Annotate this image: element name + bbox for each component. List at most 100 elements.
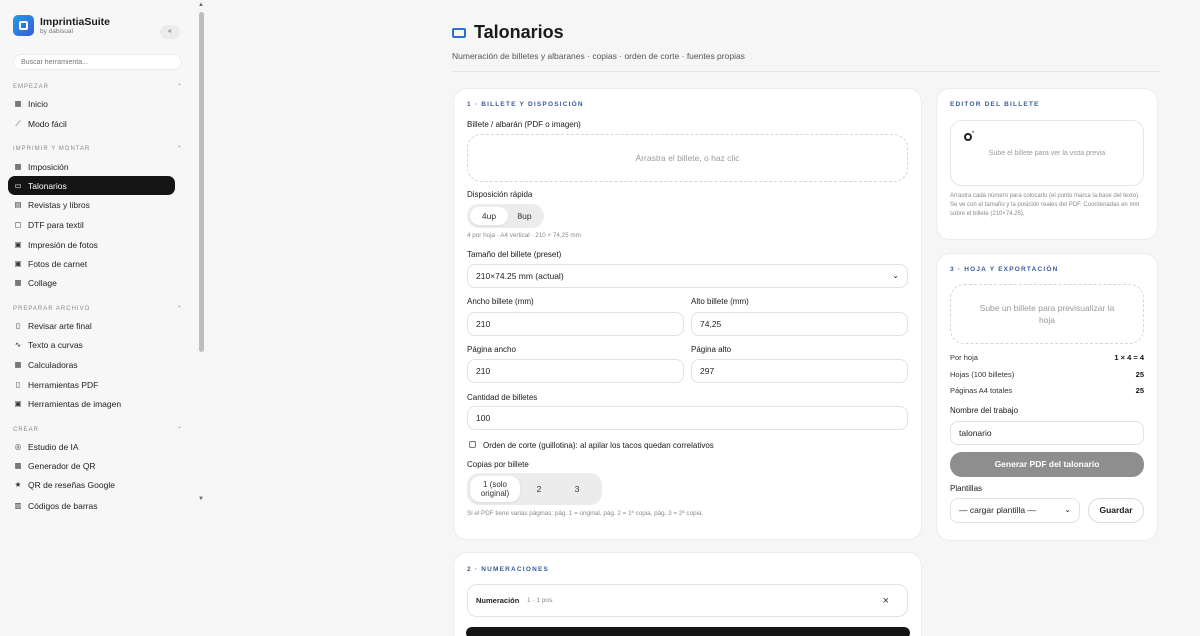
barcode-icon: ▥ (14, 500, 22, 510)
radio-marker[interactable] (964, 133, 972, 141)
layout-hint: 4 por hoja · A4 vertical · 210 × 74,25 m… (467, 232, 581, 239)
page-height-label: Página alto (691, 345, 732, 354)
calculator-icon: ▦ (14, 359, 22, 369)
ticket-icon (452, 27, 466, 38)
section-preparar[interactable]: PREPARAR ARCHIVO ⌃ (13, 306, 183, 312)
marker-label: º (972, 131, 975, 137)
editor-hint: Arrastra cada número para colocarlo (el … (950, 193, 1140, 217)
sidebar-item-imposicion[interactable]: ▦ Imposición (8, 157, 175, 176)
collage-icon: ▦ (14, 277, 22, 287)
sidebar-item-fotos-carnet[interactable]: ▣ Fotos de carnet (8, 254, 175, 273)
sidebar-item-generador-qr[interactable]: ▦ Generador de QR (8, 456, 175, 475)
chevron-up-icon: ⌃ (176, 84, 183, 90)
copies-label: Copias por billete (467, 460, 529, 469)
brand[interactable]: ImprintiaSuite by dabisual (13, 15, 110, 36)
app: ImprintiaSuite by dabisual « EMPEZAR⌃ ▦I… (0, 0, 1200, 636)
section-empezar[interactable]: EMPEZAR ⌃ (13, 84, 183, 90)
section-heading: EDITOR DEL BILLETE (950, 101, 1040, 108)
layout-option-8up[interactable]: 8up (508, 207, 541, 225)
sidebar-item-calculadoras[interactable]: ▦ Calculadoras (8, 355, 175, 374)
save-template-button[interactable]: Guardar (1088, 498, 1144, 523)
sidebar-item-dtf[interactable]: ▢ DTF para textil (8, 215, 175, 234)
ticket-icon: ▭ (14, 180, 22, 190)
scroll-up-icon[interactable]: ▲ (198, 2, 204, 8)
chevron-down-icon: ⌄ (892, 271, 899, 280)
chevron-up-icon: ⌃ (176, 427, 183, 433)
templates-label: Plantillas (950, 484, 983, 493)
sidebar-item-inicio[interactable]: ▦ Inicio (8, 94, 175, 113)
sidebar-item-qr-resenas[interactable]: ★ QR de reseñas Google (8, 475, 175, 494)
brand-name: ImprintiaSuite (40, 15, 111, 28)
sidebar-item-codigos-barras[interactable]: ▥ Códigos de barras (8, 496, 175, 515)
section-imprimir[interactable]: IMPRIMIR Y MONTAR ⌃ (13, 146, 183, 152)
divider (452, 71, 1160, 72)
job-name-field[interactable]: talonario (950, 421, 1144, 445)
cut-order-checkbox[interactable] (469, 441, 476, 448)
page-title: Talonarios (474, 22, 564, 42)
brand-sub: by dabisual (40, 27, 73, 35)
numeracion-row[interactable]: Numeración 1 · 1 pos. × (467, 584, 908, 617)
preset-label: Tamaño del billete (preset) (467, 250, 562, 259)
layout-toggle: 4up 8up (467, 204, 544, 228)
chevron-down-icon: ⌄ (1064, 505, 1071, 514)
pdf-icon: ▯ (15, 379, 21, 389)
wand-icon: ⟋ (15, 118, 21, 128)
page-width-field[interactable]: 210 (467, 359, 684, 383)
qty-field[interactable]: 100 (467, 406, 908, 430)
preset-select[interactable]: 210×74.25 mm (actual) ⌄ (467, 264, 908, 288)
stat-per-sheet: Por hoja 1 × 4 = 4 (950, 353, 1144, 362)
sidebar-item-estudio-ia[interactable]: ◎ Estudio de IA (8, 437, 175, 456)
collapse-sidebar-button[interactable]: « (160, 25, 180, 39)
copies-toggle: 1 (solo original) 2 3 (467, 473, 602, 505)
billete-dropzone[interactable]: Arrastra el billete, o haz clic (467, 134, 908, 182)
section-heading: 3 · HOJA Y EXPORTACIÓN (950, 266, 1059, 273)
copies-hint: Si el PDF tiene varias páginas: pág. 1 =… (467, 510, 704, 517)
page-height-field[interactable]: 297 (691, 359, 908, 383)
copies-option-1[interactable]: 1 (solo original) (470, 476, 520, 502)
sidebar-item-texto-curvas[interactable]: ∿ Texto a curvas (8, 335, 175, 354)
copies-option-3[interactable]: 3 (558, 476, 596, 502)
layout-option-4up[interactable]: 4up (470, 207, 508, 225)
ai-icon: ◎ (14, 441, 22, 451)
numeracion-label: Numeración (476, 596, 520, 605)
sidebar-item-modo-facil[interactable]: ⟋ Modo fácil (8, 114, 175, 133)
star-icon: ★ (14, 479, 22, 489)
close-icon[interactable]: × (883, 595, 889, 607)
sidebar-item-herramientas-pdf[interactable]: ▯ Herramientas PDF (8, 375, 175, 394)
sidebar-item-impresion-fotos[interactable]: ▣ Impresión de fotos (8, 235, 175, 254)
sidebar-item-talonarios[interactable]: ▭ Talonarios (8, 176, 175, 195)
sheet-preview[interactable]: Sube un billete para previsualizar la ho… (950, 284, 1144, 344)
copies-option-2[interactable]: 2 (520, 476, 558, 502)
stat-sheets: Hojas (100 billetes) 25 (950, 370, 1144, 379)
sidebar-item-herramientas-imagen[interactable]: ▣ Herramientas de imagen (8, 394, 175, 413)
width-label: Ancho billete (mm) (467, 297, 534, 306)
logo-icon (13, 15, 34, 36)
numeracion-meta: 1 · 1 pos. (527, 597, 555, 604)
sidebar-item-revistas[interactable]: ▤ Revistas y libros (8, 195, 175, 214)
grid-icon: ▦ (14, 161, 22, 171)
image-tools-icon: ▣ (14, 398, 22, 408)
page-header: Talonarios (452, 22, 564, 43)
file-check-icon: ▯ (15, 320, 21, 330)
stat-pages: Páginas A4 totales 25 (950, 386, 1144, 395)
sidebar: ImprintiaSuite by dabisual « EMPEZAR⌃ ▦I… (0, 0, 196, 636)
generate-pdf-button[interactable]: Generar PDF del talonario (950, 452, 1144, 477)
scroll-down-icon[interactable]: ▼ (198, 496, 204, 502)
scrollbar-thumb[interactable] (199, 12, 204, 352)
section-crear[interactable]: CREAR ⌃ (13, 427, 183, 433)
width-field[interactable]: 210 (467, 312, 684, 336)
sidebar-item-collage[interactable]: ▦ Collage (8, 273, 175, 292)
numeracion-bar[interactable] (466, 627, 910, 636)
curve-icon: ∿ (14, 339, 22, 349)
chevron-up-icon: ⌃ (176, 306, 183, 312)
sidebar-scrollbar[interactable]: ▲ ▼ (198, 2, 205, 508)
qr-icon: ▦ (14, 460, 22, 470)
search-input[interactable] (13, 54, 182, 70)
cut-order-label[interactable]: Orden de corte (guillotina): al apilar l… (483, 441, 714, 450)
section-heading: 1 · BILLETE Y DISPOSICIÓN (467, 101, 584, 108)
sidebar-item-revisar-arte[interactable]: ▯ Revisar arte final (8, 316, 175, 335)
editor-preview[interactable]: Sube el billete para ver la vista previa (950, 120, 1144, 186)
height-field[interactable]: 74,25 (691, 312, 908, 336)
id-icon: ▣ (14, 258, 22, 268)
templates-select[interactable]: — cargar plantilla — ⌄ (950, 498, 1080, 523)
